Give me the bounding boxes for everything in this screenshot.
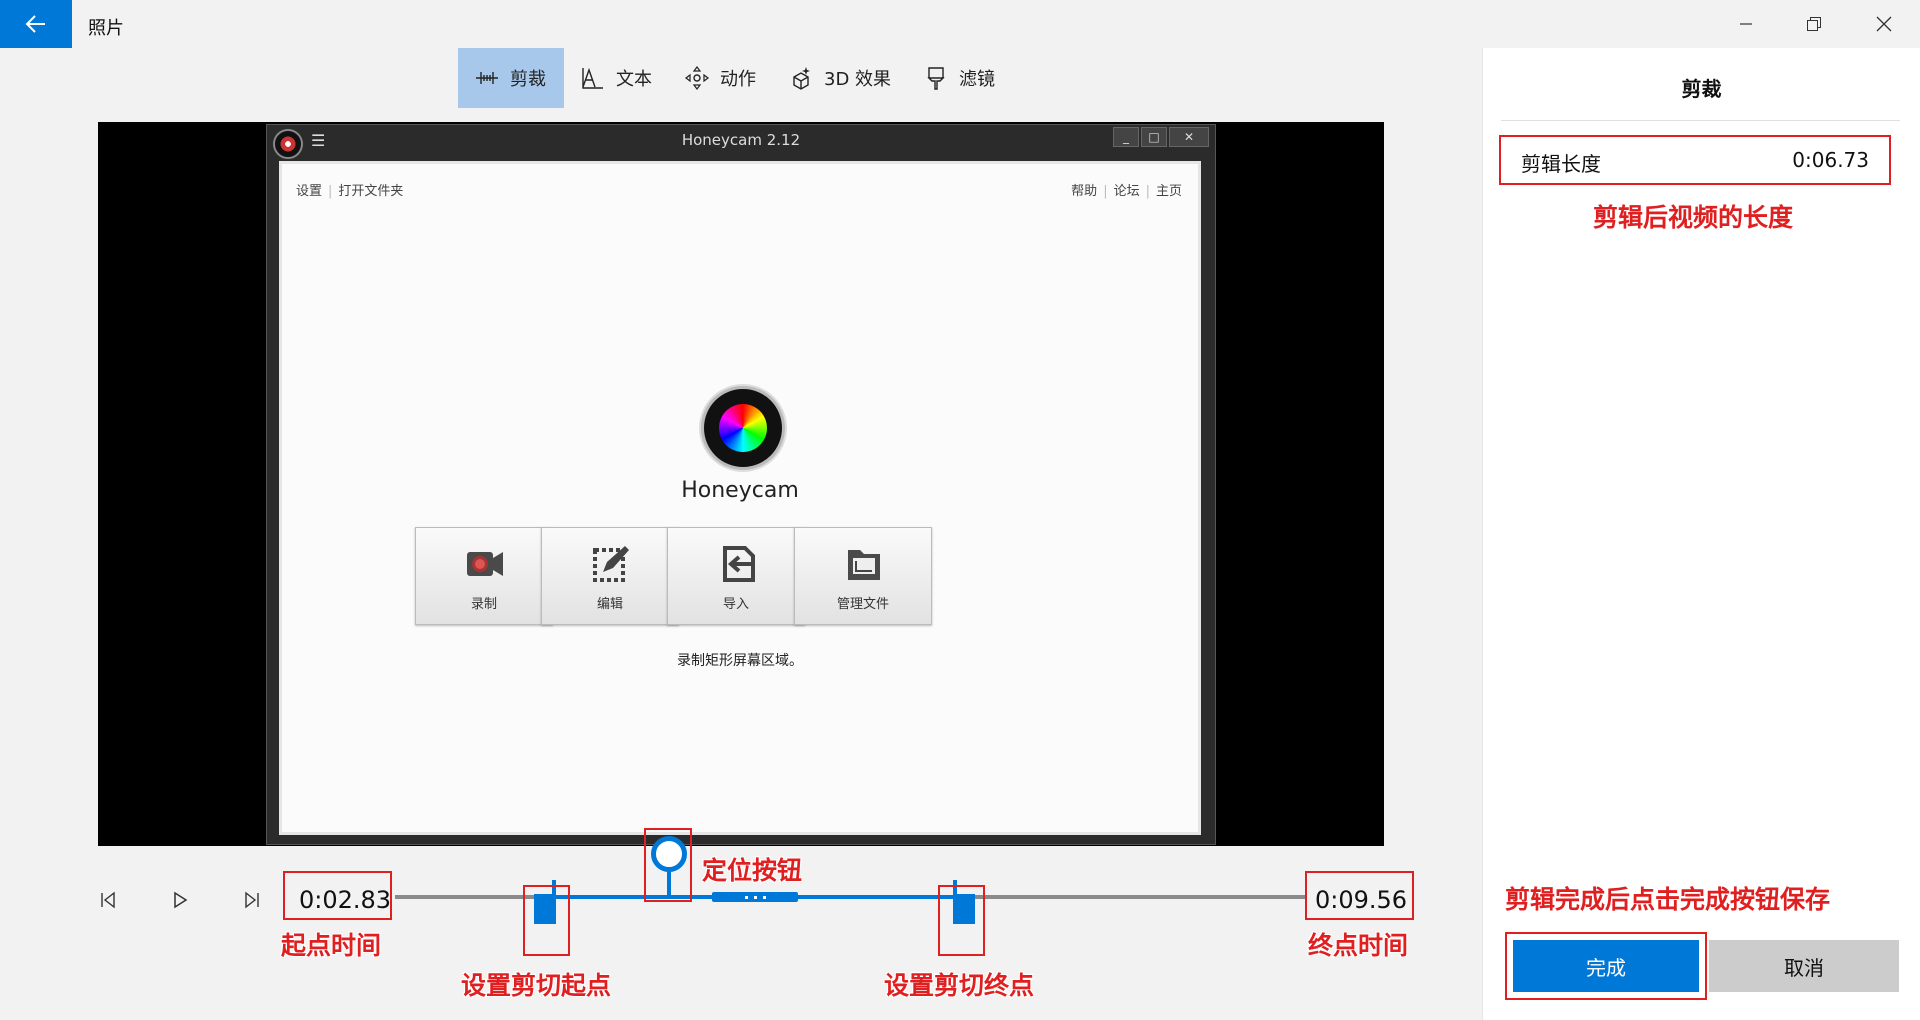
import-icon: [723, 546, 755, 582]
honeycam-logo-icon: [701, 386, 785, 470]
filter-icon: [927, 67, 945, 90]
play-icon: [174, 891, 188, 909]
tab-3d-effects[interactable]: 3D 效果: [772, 48, 907, 108]
trim-icon: [476, 72, 498, 84]
tab-text[interactable]: 文本: [564, 48, 668, 108]
minimize-button[interactable]: [1712, 0, 1780, 48]
honeycam-import-label: 导入: [722, 597, 749, 612]
honeycam-window-title: Honeycam 2.12: [681, 131, 801, 149]
range-grip[interactable]: [712, 892, 798, 902]
honeycam-link-forum: 论坛: [1113, 184, 1140, 199]
honeycam-titlebar: ☰ Honeycam 2.12 _ □ ✕: [267, 125, 1215, 159]
panel-divider: [1501, 120, 1900, 121]
honeycam-minimize-icon: _: [1113, 127, 1139, 147]
seek-button-highlight: [644, 828, 692, 902]
honeycam-content: 设置 | 打开文件夹 帮助 | 论坛 | 主页 Honeycam 录制 编辑 导入 管理文件…: [279, 161, 1201, 835]
text-icon: [582, 67, 603, 89]
end-time-note: 终点时间: [1308, 931, 1409, 960]
previous-frame-button[interactable]: [90, 882, 126, 918]
close-icon: [1876, 16, 1892, 32]
cancel-button[interactable]: 取消: [1709, 940, 1899, 992]
honeycam-description: 录制矩形屏幕区域。: [677, 653, 803, 669]
clip-length-highlight: [1499, 135, 1891, 185]
tab-filters-label: 滤镜: [959, 69, 996, 90]
start-time-highlight: [283, 871, 392, 920]
panel-title: 剪裁: [1681, 77, 1722, 101]
tab-motion[interactable]: 动作: [668, 48, 772, 108]
folder-icon: [848, 550, 880, 580]
tab-text-label: 文本: [616, 69, 652, 90]
next-frame-icon: [245, 891, 259, 909]
edit-icon: [593, 546, 629, 582]
back-arrow-icon: [25, 15, 45, 33]
trim-panel: 剪裁 剪辑长度 0:06.73 剪辑后视频的长度 剪辑完成后点击完成按钮保存 完…: [1482, 48, 1920, 1020]
next-frame-button[interactable]: [234, 882, 270, 918]
honeycam-link-help: 帮助: [1071, 184, 1098, 199]
edit-toolbar: 剪裁 文本 动作 3D 效果 滤镜: [458, 48, 1011, 108]
minimize-icon: [1740, 23, 1752, 25]
honeycam-close-icon: ✕: [1169, 127, 1209, 147]
trim-end-note: 设置剪切终点: [884, 971, 1035, 1000]
previous-frame-icon: [101, 891, 115, 909]
trim-start-note: 设置剪切起点: [461, 971, 612, 1000]
seek-note: 定位按钮: [702, 856, 803, 885]
restore-icon: [1807, 17, 1821, 31]
honeycam-app-name: Honeycam: [681, 478, 799, 503]
honeycam-maximize-icon: □: [1141, 127, 1167, 147]
honeycam-record-label: 录制: [470, 597, 497, 612]
done-button-highlight: [1505, 932, 1707, 1000]
tab-motion-label: 动作: [720, 69, 756, 90]
honeycam-manage-files-button: 管理文件: [794, 527, 932, 625]
tab-trim[interactable]: 剪裁: [458, 48, 564, 108]
honeycam-record-button: 录制: [415, 527, 553, 625]
tab-trim-label: 剪裁: [510, 69, 546, 90]
video-camera-icon: [467, 552, 503, 576]
honeycam-link-home: 主页: [1155, 184, 1182, 199]
clip-length-note: 剪辑后视频的长度: [1593, 203, 1794, 232]
trim-end-highlight: [938, 885, 985, 956]
honeycam-window: ☰ Honeycam 2.12 _ □ ✕ 设置 | 打开文件夹 帮助 | 论坛 | 主页 …: [266, 124, 1216, 845]
app-title: 照片: [88, 18, 124, 39]
restore-button[interactable]: [1780, 0, 1848, 48]
tab-filters[interactable]: 滤镜: [907, 48, 1011, 108]
timeline-track-after[interactable]: [963, 895, 1305, 899]
honeycam-link-settings: 设置: [296, 184, 323, 199]
motion-icon: [685, 66, 709, 90]
honeycam-edit-button: 编辑: [541, 527, 679, 625]
honeycam-link-open-folder: 打开文件夹: [338, 184, 404, 199]
honeycam-edit-label: 编辑: [596, 597, 623, 612]
close-button[interactable]: [1850, 0, 1918, 48]
tab-3d-effects-label: 3D 效果: [824, 69, 892, 90]
end-time-highlight: [1305, 871, 1414, 920]
back-button[interactable]: [0, 0, 72, 48]
honeycam-manage-files-label: 管理文件: [836, 597, 889, 612]
play-button[interactable]: [162, 882, 198, 918]
honeycam-import-button: 导入: [667, 527, 805, 625]
start-time-note: 起点时间: [281, 931, 382, 960]
save-note: 剪辑完成后点击完成按钮保存: [1505, 885, 1831, 914]
3d-effects-icon: [793, 67, 810, 90]
trim-start-highlight: [523, 885, 570, 956]
